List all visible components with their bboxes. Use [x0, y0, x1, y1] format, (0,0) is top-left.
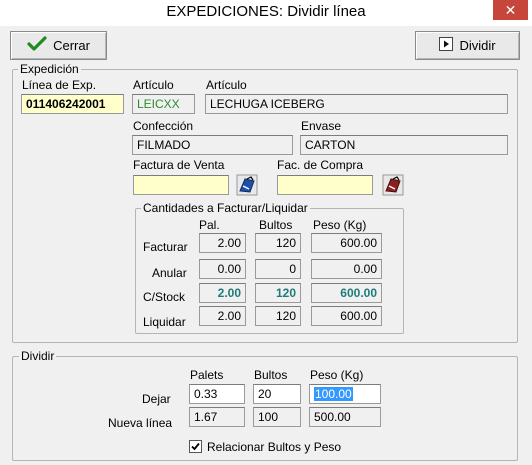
facturar-bultos-field: 120	[255, 233, 301, 253]
dividir-header-peso: Peso (Kg)	[310, 368, 364, 382]
cstock-pal-field: 2.00	[199, 283, 246, 303]
nueva-peso-field: 500.00	[309, 407, 381, 427]
nueva-linea-label: Nueva línea	[108, 416, 173, 430]
close-button-label: Cerrar	[53, 38, 90, 53]
fac-compra-lookup-button[interactable]	[382, 174, 404, 196]
articulo-code-label: Artículo	[133, 78, 174, 92]
anular-pal-field: 0.00	[199, 259, 246, 279]
anular-bultos-field: 0	[255, 259, 301, 279]
window-title: EXPEDICIONES: Dividir línea	[166, 3, 366, 20]
relacionar-checkbox[interactable]	[189, 440, 202, 453]
row-label-facturar: Facturar	[143, 240, 188, 254]
dejar-palets-input[interactable]: 0.33	[189, 384, 245, 404]
dividir-header-bultos: Bultos	[254, 368, 288, 382]
dejar-peso-selected-text: 100.00	[314, 387, 353, 401]
factura-venta-label: Factura de Venta	[133, 158, 225, 172]
fac-compra-label: Fac. de Compra	[277, 158, 364, 172]
linea-exp-label: Línea de Exp.	[22, 78, 97, 92]
confeccion-label: Confección	[133, 119, 194, 133]
relacionar-label: Relacionar Bultos y Peso	[207, 440, 342, 454]
nueva-bultos-field: 100	[253, 407, 301, 427]
dejar-peso-input[interactable]: 100.00	[309, 384, 381, 404]
factura-venta-lookup-button[interactable]	[236, 174, 258, 196]
play-icon	[439, 37, 454, 54]
row-label-anular: Anular	[152, 266, 187, 280]
factura-venta-field[interactable]	[133, 175, 229, 195]
cstock-bultos-field: 120	[255, 283, 301, 303]
articulo-code-field: LEICXX	[132, 94, 195, 114]
facturar-pal-field: 2.00	[199, 233, 246, 253]
col-header-peso: Peso (Kg)	[313, 218, 367, 232]
cantidades-group-label: Cantidades a Facturar/Liquidar	[141, 201, 310, 215]
articulo-name-field: LECHUGA ICEBERG	[205, 94, 508, 114]
linea-exp-field[interactable]: 011406242001	[21, 94, 124, 114]
cstock-peso-field: 600.00	[311, 283, 382, 303]
envase-label: Envase	[301, 119, 342, 133]
folder-hand-icon	[382, 174, 404, 199]
row-label-liquidar: Liquidar	[143, 315, 186, 329]
articulo-name-label: Artículo	[206, 78, 247, 92]
anular-peso-field: 0.00	[311, 259, 382, 279]
dividir-group-label: Dividir	[19, 349, 57, 363]
col-header-bultos: Bultos	[259, 218, 293, 232]
liquidar-pal-field: 2.00	[199, 306, 246, 326]
liquidar-peso-field: 600.00	[311, 306, 382, 326]
checkmark-icon	[27, 36, 47, 55]
split-button-label: Dividir	[459, 38, 496, 53]
dejar-bultos-input[interactable]: 20	[253, 384, 301, 404]
liquidar-bultos-field: 120	[255, 306, 301, 326]
dividir-header-palets: Palets	[190, 368, 224, 382]
col-header-pal: Pal.	[199, 218, 220, 232]
row-label-cstock: C/Stock	[143, 290, 186, 304]
dejar-label: Dejar	[142, 392, 171, 406]
window-close-button[interactable]: ✕	[493, 0, 528, 20]
folder-hand-icon	[236, 174, 258, 199]
nueva-palets-field: 1.67	[189, 407, 245, 427]
confeccion-field: FILMADO	[132, 135, 293, 155]
close-button[interactable]: Cerrar	[10, 31, 107, 60]
expedicion-group-label: Expedición	[18, 62, 81, 76]
fac-compra-field[interactable]	[277, 175, 373, 195]
facturar-peso-field: 600.00	[311, 233, 382, 253]
split-button[interactable]: Dividir	[415, 31, 520, 60]
envase-field: CARTON	[300, 135, 508, 155]
